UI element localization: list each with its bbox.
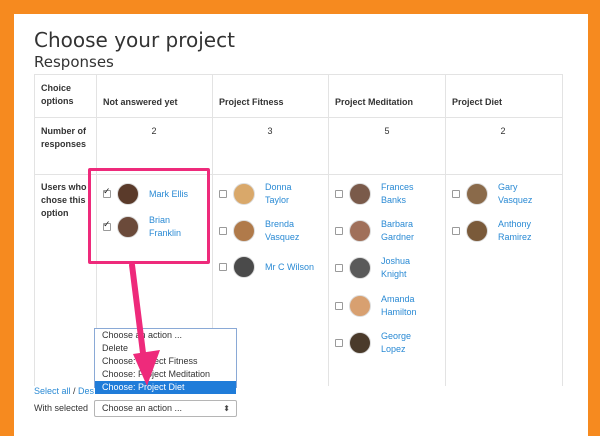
user-entry: Mr C Wilson <box>219 253 314 281</box>
select-all-link[interactable]: Select all <box>34 386 71 396</box>
user-checkbox[interactable] <box>335 264 343 272</box>
grid-line <box>328 74 329 386</box>
avatar <box>349 220 371 242</box>
grid-line <box>34 117 562 118</box>
grid-line <box>445 74 446 386</box>
user-checkbox[interactable] <box>452 190 460 198</box>
separator: / <box>70 386 79 396</box>
avatar <box>349 257 371 279</box>
dropdown-option[interactable]: Delete <box>95 342 236 355</box>
user-entry: George Lopez <box>335 329 421 357</box>
response-count: 2 <box>151 126 157 136</box>
avatar <box>349 295 371 317</box>
action-select-value: Choose an action ... <box>102 403 183 413</box>
user-entry: Anthony Ramirez <box>452 217 543 245</box>
user-checkbox[interactable] <box>219 263 227 271</box>
avatar <box>349 183 371 205</box>
column-header-project-meditation: Project Meditation <box>335 97 414 107</box>
column-header-not-answered: Not answered yet <box>103 97 178 107</box>
action-select[interactable]: Choose an action ... ⬍ <box>94 400 237 417</box>
response-count: 3 <box>267 126 273 136</box>
user-entry: Amanda Hamilton <box>335 292 426 320</box>
column-header-project-diet: Project Diet <box>452 97 503 107</box>
dropdown-option-selected[interactable]: Choose: Project Diet <box>95 381 236 394</box>
user-name-link[interactable]: George Lopez <box>381 330 421 356</box>
user-checkbox[interactable] <box>335 302 343 310</box>
user-entry: Frances Banks <box>335 180 426 208</box>
user-checkbox[interactable] <box>335 339 343 347</box>
user-checkbox[interactable] <box>219 190 227 198</box>
user-name-link[interactable]: Anthony Ramirez <box>498 218 543 244</box>
page-title: Choose your project <box>34 28 235 52</box>
row-label-choice-options: Choice options <box>41 83 74 106</box>
dropdown-option[interactable]: Choose: Project Meditation <box>95 368 236 381</box>
user-entry: Gary Vasquez <box>452 180 543 208</box>
grid-line <box>34 74 35 386</box>
user-name-link[interactable]: Donna Taylor <box>265 181 307 207</box>
user-name-link[interactable]: Barbara Gardner <box>381 218 426 244</box>
user-name-link[interactable]: Brenda Vasquez <box>265 218 310 244</box>
updown-chevron-icon: ⬍ <box>223 404 230 413</box>
select-all-links: Select all / Des <box>34 386 94 396</box>
user-checkbox[interactable] <box>335 227 343 235</box>
user-checkbox[interactable] <box>335 190 343 198</box>
row-label-number-of-responses: Number of responses <box>41 126 87 149</box>
deselect-all-link[interactable]: Des <box>78 386 94 396</box>
user-name-link[interactable]: Joshua Knight <box>381 255 421 281</box>
column-header-project-fitness: Project Fitness <box>219 97 284 107</box>
response-count: 2 <box>500 126 506 136</box>
user-checkbox[interactable] <box>219 227 227 235</box>
response-count: 5 <box>384 126 390 136</box>
responses-panel: Choose your project Responses Choice opt… <box>14 14 588 436</box>
dropdown-option[interactable]: Choose an action ... <box>95 329 236 342</box>
avatar <box>233 256 255 278</box>
selection-highlight-box <box>88 168 210 264</box>
action-dropdown-list: Choose an action ... Delete Choose: Proj… <box>94 328 237 394</box>
dropdown-option[interactable]: Choose: Project Fitness <box>95 355 236 368</box>
avatar <box>349 332 371 354</box>
avatar <box>466 220 488 242</box>
user-entry: Barbara Gardner <box>335 217 426 245</box>
user-name-link[interactable]: Amanda Hamilton <box>381 293 426 319</box>
avatar <box>466 183 488 205</box>
user-checkbox[interactable] <box>452 227 460 235</box>
user-entry: Brenda Vasquez <box>219 217 310 245</box>
user-name-link[interactable]: Mr C Wilson <box>265 261 314 274</box>
page-subtitle: Responses <box>34 53 114 71</box>
user-entry: Donna Taylor <box>219 180 307 208</box>
user-name-link[interactable]: Gary Vasquez <box>498 181 543 207</box>
user-name-link[interactable]: Frances Banks <box>381 181 426 207</box>
with-selected-label: With selected <box>34 403 89 413</box>
grid-line <box>34 74 562 75</box>
avatar <box>233 183 255 205</box>
grid-line <box>562 74 563 386</box>
avatar <box>233 220 255 242</box>
user-entry: Joshua Knight <box>335 254 421 282</box>
